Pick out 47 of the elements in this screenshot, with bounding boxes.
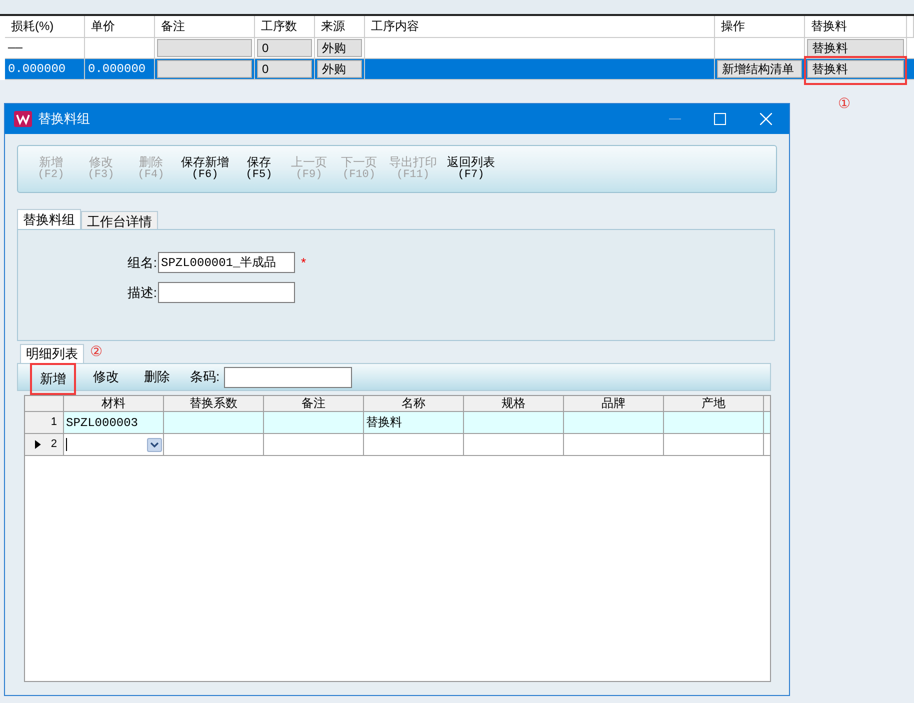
table-cell-text: 0.000000 — [87, 61, 147, 78]
column-header: 产地 — [664, 396, 764, 411]
app-logo-icon — [14, 111, 32, 127]
input-field[interactable] — [224, 366, 352, 388]
callout-number: ① — [838, 94, 851, 113]
cell-button[interactable]: 外购 — [317, 39, 362, 57]
cell-button[interactable]: 0 — [257, 60, 312, 78]
table-cell-text: 0.000000 — [7, 61, 67, 78]
cell-button[interactable]: 0 — [257, 39, 312, 57]
maximize-icon[interactable] — [714, 113, 726, 125]
tab[interactable]: 明细列表 — [20, 344, 84, 363]
column-header: 备注 — [264, 396, 364, 411]
input-field[interactable]: SPZL000001_半成品 — [158, 252, 295, 273]
column-header: 规格 — [464, 396, 564, 411]
table-row[interactable]: —— 0 外购 替换料 — [5, 38, 914, 59]
window-title: 替换料组 — [38, 110, 90, 128]
toolbar-button[interactable]: 修改 — [85, 364, 127, 390]
tab[interactable]: 替换料组 — [17, 209, 81, 229]
tab[interactable]: 工作台详情 — [81, 211, 158, 229]
toolbar-button[interactable]: 返回列表 (F7) — [442, 156, 500, 182]
table-cell-text: —— — [7, 40, 24, 57]
toolbar-button[interactable]: 保存新增 (F6) — [176, 156, 234, 182]
column-header: 品牌 — [564, 396, 664, 411]
cell-button[interactable]: 替换料 — [807, 39, 904, 57]
cell-button[interactable]: 外购 — [317, 60, 362, 78]
toolbar-button[interactable]: 新增 — [30, 363, 76, 395]
close-icon[interactable] — [760, 113, 772, 125]
field-label: 组名: — [126, 254, 157, 272]
row-number: 1 — [50, 415, 57, 430]
field-label: 条码: — [190, 368, 220, 386]
toolbar-button[interactable]: 保存 (F5) — [234, 156, 284, 182]
column-header: 材料 — [64, 396, 164, 411]
callout-number: ② — [90, 342, 103, 361]
field-label: 描述: — [126, 284, 157, 302]
cell-button-field[interactable] — [157, 60, 252, 78]
table-cell-text: SPZL000003 — [65, 414, 140, 432]
required-mark: * — [301, 254, 306, 272]
table-row[interactable]: 0.000000 0.000000 0 外购 新增结构清单 替换料 — [5, 59, 914, 80]
cell-button[interactable]: 替换料 — [807, 60, 904, 78]
toolbar-button[interactable]: 删除 — [136, 364, 178, 390]
cell-button[interactable]: 新增结构清单 — [717, 60, 802, 78]
column-header: 替换系数 — [164, 396, 264, 411]
input-field[interactable] — [158, 282, 295, 303]
row-number: 2 — [50, 437, 57, 452]
table-cell-text: 替换料 — [365, 414, 403, 432]
cell-button-field[interactable] — [157, 39, 252, 57]
column-header: 名称 — [364, 396, 464, 411]
